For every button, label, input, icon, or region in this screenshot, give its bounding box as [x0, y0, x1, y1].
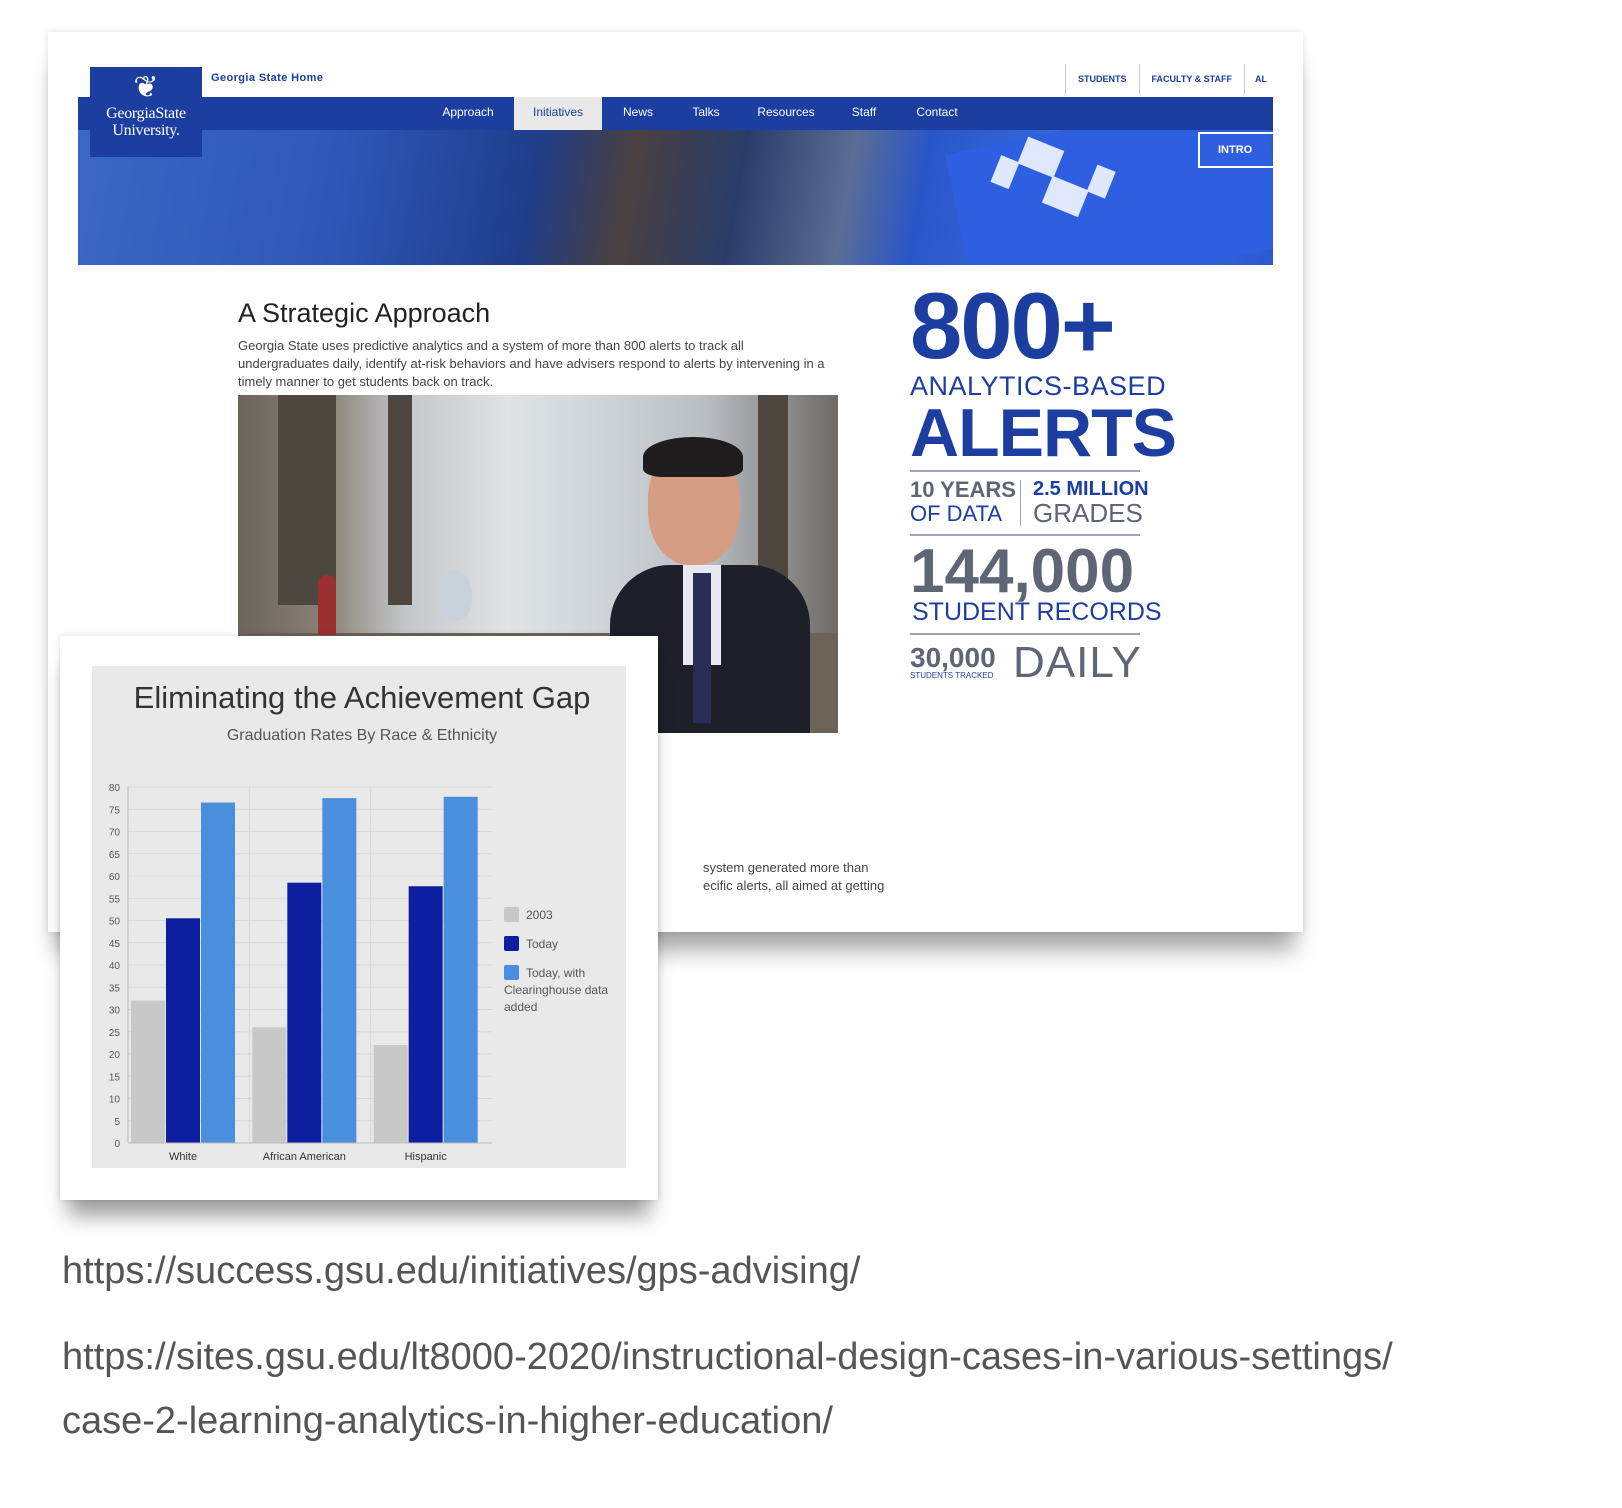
y-tick-label: 25 — [109, 1028, 121, 1039]
source-url-2-line-2[interactable]: case-2-learning-analytics-in-higher-educ… — [62, 1400, 833, 1443]
window-frame — [278, 395, 336, 605]
bar-today — [287, 882, 322, 1143]
grades-label: GRADES — [1033, 498, 1143, 528]
window-frame — [388, 395, 412, 605]
bar-2003 — [252, 1027, 287, 1143]
speaker-hair — [643, 437, 743, 477]
y-tick-label: 10 — [109, 1095, 121, 1106]
legend-label: Today — [526, 937, 558, 951]
divider — [910, 534, 1140, 536]
years-count: 10 YEARS — [910, 477, 1016, 502]
years-label: OF DATA — [910, 501, 1003, 526]
source-url-2-line-1[interactable]: https://sites.gsu.edu/lt8000-2020/instru… — [62, 1336, 1393, 1379]
divider — [910, 633, 1140, 635]
page-heading: A Strategic Approach — [238, 298, 491, 328]
chart-title: Eliminating the Achievement Gap — [134, 680, 591, 715]
y-tick-label: 80 — [109, 783, 121, 794]
students-link[interactable]: STUDENTS — [1064, 64, 1139, 94]
bar-today — [166, 918, 200, 1143]
bar-chart: Eliminating the Achievement Gap Graduati… — [109, 680, 609, 1163]
flame-icon: ❦ — [133, 70, 159, 105]
y-tick-label: 55 — [109, 894, 121, 905]
tracked-label: STUDENTS TRACKED — [910, 671, 994, 680]
y-tick-label: 50 — [109, 917, 121, 928]
nav-talks[interactable]: Talks — [678, 97, 734, 130]
source-url-1[interactable]: https://success.gsu.edu/initiatives/gps-… — [62, 1250, 860, 1293]
bar-2003 — [131, 1000, 165, 1143]
y-tick-label: 15 — [109, 1072, 121, 1083]
chart-panel: Eliminating the Achievement Gap Graduati… — [92, 666, 626, 1168]
paragraph-fragment: system generated more than ecific alerts… — [703, 859, 884, 895]
nav-resources[interactable]: Resources — [746, 97, 826, 130]
legend-swatch — [504, 965, 519, 980]
x-tick-label: White — [169, 1151, 197, 1163]
logo-line-2: University. — [112, 122, 180, 139]
alerts-count: 800+ — [910, 273, 1116, 378]
gsu-logo[interactable]: ❦ GeorgiaState University. — [90, 67, 202, 157]
y-tick-label: 40 — [109, 961, 121, 972]
tracked-count: 30,000 — [910, 642, 996, 673]
records-label: STUDENT RECORDS — [912, 598, 1162, 626]
divider — [910, 470, 1140, 472]
legend-label: 2003 — [526, 908, 553, 922]
bar-today — [443, 796, 478, 1143]
y-tick-label: 0 — [114, 1139, 120, 1150]
legend-swatch — [504, 936, 519, 951]
y-tick-label: 70 — [109, 828, 121, 839]
nav-contact[interactable]: Contact — [904, 97, 970, 130]
nav-news[interactable]: News — [613, 97, 663, 130]
faculty-staff-link[interactable]: FACULTY & STAFF — [1138, 64, 1245, 94]
y-tick-label: 20 — [109, 1050, 121, 1061]
legend-label: added — [504, 1000, 537, 1014]
y-tick-label: 30 — [109, 1006, 121, 1017]
x-tick-label: African American — [263, 1151, 346, 1163]
legend-label: Today, with — [526, 966, 585, 980]
trophy — [318, 575, 336, 635]
logo-line-1: GeorgiaState — [106, 105, 186, 122]
y-tick-label: 45 — [109, 939, 121, 950]
divider — [1020, 480, 1021, 526]
hero-image: ▞▚▞ INTRO — [78, 130, 1273, 265]
bar-2003 — [373, 1045, 408, 1143]
y-tick-label: 5 — [114, 1117, 120, 1128]
main-nav: Approach Initiatives News Talks Resource… — [78, 97, 1273, 130]
chart-card: Eliminating the Achievement Gap Graduati… — [60, 636, 658, 1200]
bar-today — [201, 802, 235, 1143]
speaker-tie — [693, 573, 711, 723]
bar-today — [322, 798, 357, 1143]
y-tick-label: 60 — [109, 872, 121, 883]
fragment-line-2: ecific alerts, all aimed at getting — [703, 878, 885, 893]
chart-subtitle: Graduation Rates By Race & Ethnicity — [227, 727, 497, 744]
bar-today — [408, 886, 443, 1143]
nav-approach[interactable]: Approach — [433, 97, 503, 130]
nav-staff[interactable]: Staff — [838, 97, 890, 130]
y-tick-label: 65 — [109, 850, 121, 861]
daily-label: DAILY — [1013, 638, 1142, 687]
fragment-line-1: system generated more than — [703, 860, 869, 875]
y-tick-label: 75 — [109, 805, 121, 816]
y-tick-label: 35 — [109, 983, 121, 994]
legend-label: Clearinghouse data — [504, 983, 608, 997]
audience-links: STUDENTS FACULTY & STAFF AL — [1064, 64, 1273, 94]
intro-paragraph: Georgia State uses predictive analytics … — [238, 338, 825, 389]
home-link[interactable]: Georgia State Home — [211, 72, 323, 84]
legend-swatch — [504, 907, 519, 922]
alumni-link[interactable]: AL — [1244, 64, 1273, 94]
records-count: 144,000 — [910, 537, 1135, 606]
trophy — [438, 570, 472, 620]
intro-button[interactable]: INTRO — [1198, 132, 1273, 168]
alerts-label: ALERTS — [910, 395, 1177, 471]
x-tick-label: Hispanic — [405, 1151, 448, 1163]
nav-initiatives[interactable]: Initiatives — [514, 97, 602, 130]
